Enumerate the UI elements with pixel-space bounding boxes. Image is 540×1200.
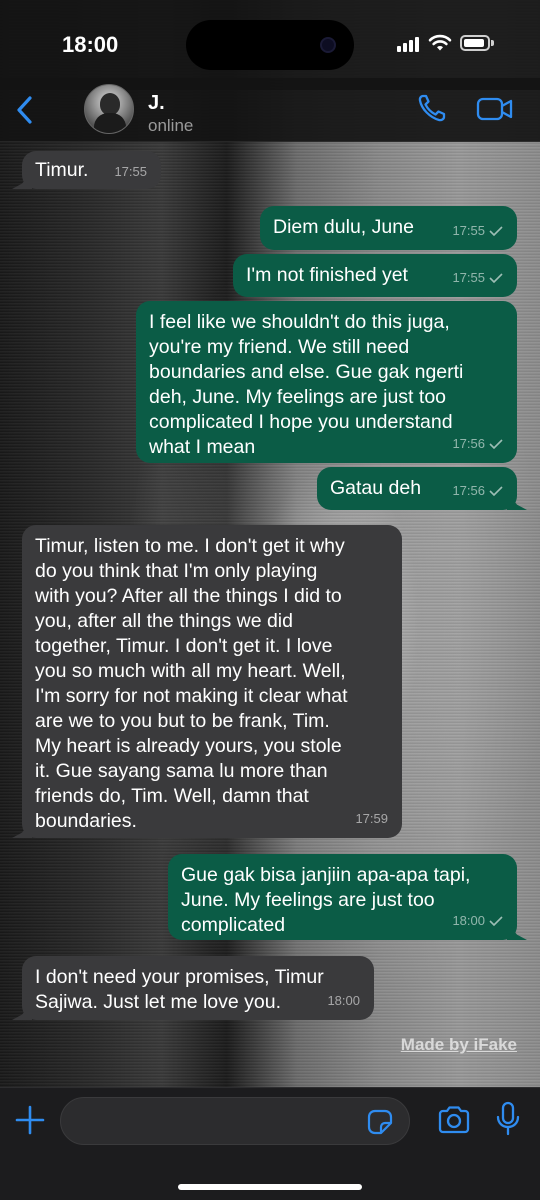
message-time: 17:56 xyxy=(452,483,485,498)
message-input[interactable] xyxy=(60,1097,410,1145)
back-chevron-icon[interactable] xyxy=(10,92,40,128)
message-incoming[interactable]: Timur. 17:55 xyxy=(22,151,161,189)
read-check-icon xyxy=(489,915,503,926)
message-text: I feel like we shouldn't do this juga, y… xyxy=(149,311,464,458)
message-meta: 17:56 xyxy=(452,431,503,456)
message-time: 17:55 xyxy=(452,270,485,285)
plus-icon[interactable] xyxy=(14,1104,46,1136)
message-outgoing[interactable]: Gatau deh 17:56 xyxy=(317,467,517,510)
message-list[interactable]: Timur. 17:55 Diem dulu, June 17:55 I'm n… xyxy=(0,142,540,1087)
message-time: 17:59 xyxy=(355,811,388,826)
phone-icon[interactable] xyxy=(416,92,448,124)
message-time: 17:56 xyxy=(452,436,485,451)
message-text: I don't need your promises, Timur Sajiwa… xyxy=(35,966,324,1013)
message-outgoing[interactable]: Diem dulu, June 17:55 xyxy=(260,206,517,250)
chat-header: J. online xyxy=(0,78,540,142)
watermark: Made by iFake xyxy=(400,1035,517,1054)
read-check-icon xyxy=(489,272,503,283)
wifi-icon xyxy=(428,34,452,51)
dynamic-island xyxy=(186,20,354,70)
message-incoming[interactable]: I don't need your promises, Timur Sajiwa… xyxy=(22,956,374,1020)
front-camera-icon xyxy=(320,37,336,53)
message-text: Gatau deh xyxy=(330,477,422,499)
message-time: 18:00 xyxy=(327,993,360,1008)
message-outgoing[interactable]: I'm not finished yet 17:55 xyxy=(233,254,517,297)
sticker-icon[interactable] xyxy=(367,1109,393,1135)
message-text: I'm not finished yet xyxy=(246,264,408,286)
message-outgoing[interactable]: I feel like we shouldn't do this juga, y… xyxy=(136,301,517,463)
message-meta: 18:00 xyxy=(452,908,503,933)
home-indicator xyxy=(178,1184,362,1190)
contact-avatar[interactable] xyxy=(84,84,134,134)
message-time: 17:55 xyxy=(452,223,485,238)
message-meta: 17:55 xyxy=(452,265,503,290)
video-camera-icon[interactable] xyxy=(476,96,514,122)
camera-icon[interactable] xyxy=(437,1105,471,1135)
input-bar xyxy=(0,1087,540,1200)
message-text: Gue gak bisa janjiin apa-apa tapi, June.… xyxy=(181,864,471,936)
message-outgoing[interactable]: Gue gak bisa janjiin apa-apa tapi, June.… xyxy=(168,854,517,940)
contact-name[interactable]: J. xyxy=(148,92,165,115)
message-meta: 17:59 xyxy=(355,806,388,831)
read-check-icon xyxy=(489,485,503,496)
signal-icon xyxy=(397,36,419,52)
message-time: 17:55 xyxy=(114,164,147,179)
message-text: Diem dulu, June xyxy=(273,216,414,238)
microphone-icon[interactable] xyxy=(496,1101,520,1137)
message-time: 18:00 xyxy=(452,913,485,928)
read-check-icon xyxy=(489,225,503,236)
status-bar: 18:00 xyxy=(0,0,540,90)
message-meta: 17:55 xyxy=(114,159,147,184)
message-incoming[interactable]: Timur, listen to me. I don't get it why … xyxy=(22,525,402,838)
battery-icon xyxy=(460,35,494,51)
status-time: 18:00 xyxy=(62,32,119,57)
contact-status: online xyxy=(148,116,194,135)
message-text: Timur, listen to me. I don't get it why … xyxy=(35,535,348,832)
message-meta: 18:00 xyxy=(327,988,360,1013)
read-check-icon xyxy=(489,438,503,449)
message-text: Timur. xyxy=(35,159,89,181)
message-meta: 17:55 xyxy=(452,218,503,243)
message-meta: 17:56 xyxy=(452,478,503,503)
